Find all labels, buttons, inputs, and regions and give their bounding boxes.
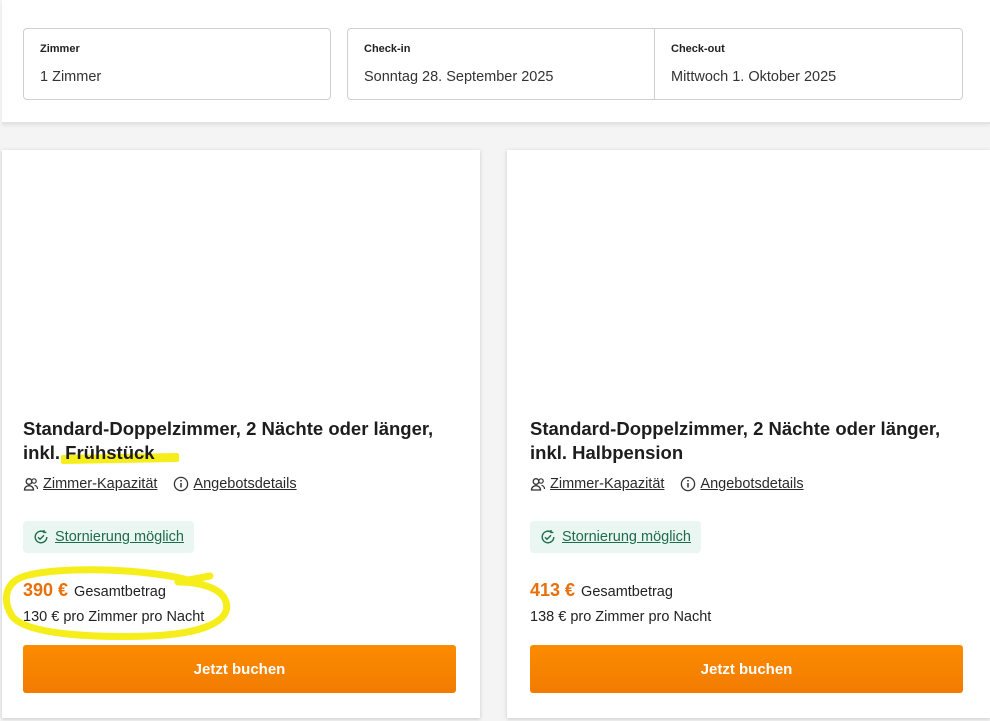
people-icon [23,478,39,491]
cancellation-label: Stornierung möglich [55,529,184,545]
capacity-link[interactable]: Zimmer-Kapazität [23,476,157,492]
details-link[interactable]: Angebotsdetails [173,476,297,492]
details-link-label: Angebotsdetails [193,476,297,492]
book-now-button[interactable]: Jetzt buchen [530,645,963,693]
room-image [507,150,990,391]
rooms-field[interactable]: Zimmer 1 Zimmer [23,28,331,100]
room-image [2,150,480,391]
checkout-label: Check-out [671,43,725,55]
per-night-price: 138 € pro Zimmer pro Nacht [530,609,712,625]
book-now-button[interactable]: Jetzt buchen [23,645,456,693]
total-price-label: Gesamtbetrag [581,584,673,600]
offer-links: Zimmer-Kapazität Angebotsdetails [530,476,820,492]
total-price-label: Gesamtbetrag [74,584,166,600]
total-price-value: 390 € [23,580,69,600]
offer-title: Standard-Doppelzimmer, 2 Nächte oder län… [23,417,463,465]
cancellation-check-icon [541,530,555,544]
offer-links: Zimmer-Kapazität Angebotsdetails [23,476,313,492]
cancellation-check-icon [34,530,48,544]
total-price: 413 € Gesamtbetrag [530,580,673,601]
offer-title-highlight-text: Frühstück [65,442,155,463]
cancellation-badge[interactable]: Stornierung möglich [23,521,194,553]
checkin-value: Sonntag 28. September 2025 [364,69,554,85]
checkout-field[interactable]: Check-out Mittwoch 1. Oktober 2025 [654,28,963,100]
rooms-value: 1 Zimmer [40,69,102,85]
total-price: 390 € Gesamtbetrag [23,580,166,601]
info-icon [174,476,189,492]
cancellation-badge[interactable]: Stornierung möglich [530,521,701,553]
rooms-label: Zimmer [40,43,80,55]
info-icon [681,476,696,492]
search-panel: Zimmer 1 Zimmer Check-in Sonntag 28. Sep… [2,0,990,124]
capacity-link-label: Zimmer-Kapazität [550,476,665,492]
checkout-value: Mittwoch 1. Oktober 2025 [671,69,837,85]
people-icon [530,478,546,491]
offer-card-halfboard: Standard-Doppelzimmer, 2 Nächte oder län… [507,150,990,718]
cancellation-label: Stornierung möglich [562,529,691,545]
details-link-label: Angebotsdetails [700,476,804,492]
checkin-field[interactable]: Check-in Sonntag 28. September 2025 [347,28,655,100]
checkin-label: Check-in [364,43,411,55]
per-night-price: 130 € pro Zimmer pro Nacht [23,609,205,625]
total-price-value: 413 € [530,580,576,600]
details-link[interactable]: Angebotsdetails [680,476,804,492]
capacity-link[interactable]: Zimmer-Kapazität [530,476,664,492]
offer-title: Standard-Doppelzimmer, 2 Nächte oder län… [530,418,941,463]
capacity-link-label: Zimmer-Kapazität [43,476,158,492]
offer-title-highlight: Frühstück [61,442,180,465]
offer-card-breakfast: Standard-Doppelzimmer, 2 Nächte oder län… [2,150,480,718]
